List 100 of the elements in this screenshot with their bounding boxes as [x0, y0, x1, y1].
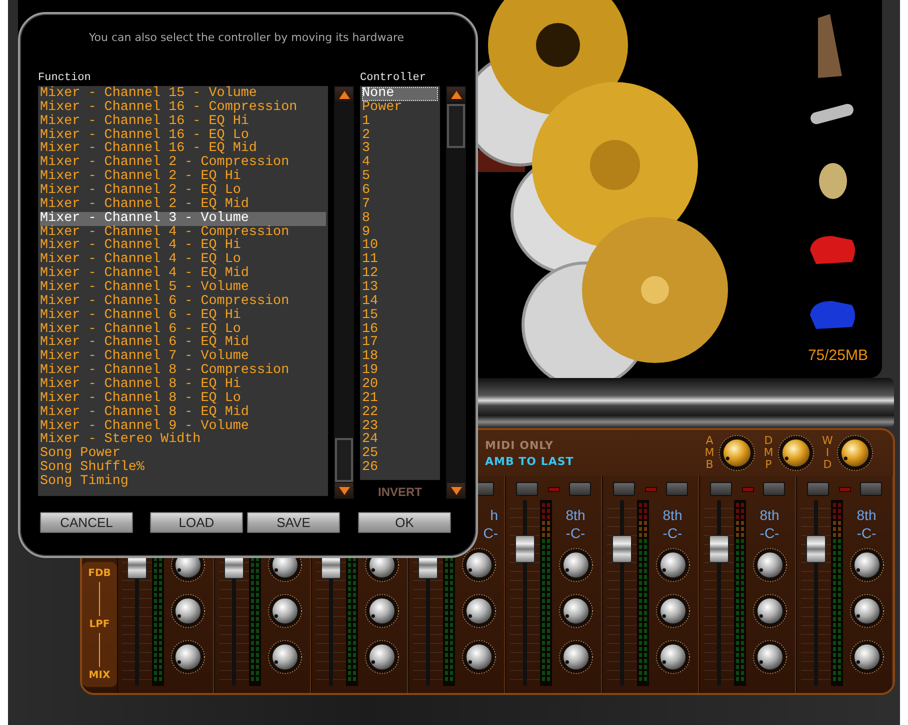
function-item[interactable]: Mixer - Channel 2 - EQ Hi: [40, 170, 326, 184]
knob[interactable]: [364, 594, 398, 628]
knob[interactable]: [558, 640, 592, 674]
fader-thumb[interactable]: [806, 534, 826, 563]
controller-item[interactable]: 15: [362, 308, 438, 323]
knob[interactable]: [656, 548, 690, 582]
mode-toggle[interactable]: AMB TO LAST: [485, 454, 574, 468]
knob[interactable]: [752, 594, 786, 628]
function-item[interactable]: Mixer - Channel 2 - EQ Mid: [40, 198, 326, 212]
knob[interactable]: [462, 640, 496, 674]
function-item[interactable]: Mixer - Stereo Width: [40, 433, 326, 448]
controller-item[interactable]: 3: [362, 142, 438, 156]
scrollbar[interactable]: [446, 86, 466, 499]
knob[interactable]: [462, 548, 496, 582]
fader-thumb[interactable]: [709, 534, 729, 563]
solo-button[interactable]: [666, 482, 688, 496]
function-item[interactable]: Mixer - Channel 5 - Volume: [40, 281, 326, 295]
scroll-down-button[interactable]: [446, 482, 466, 499]
knob[interactable]: [170, 640, 204, 674]
dialog-button[interactable]: LOAD: [150, 512, 243, 533]
controller-item[interactable]: 8: [362, 212, 438, 226]
function-item[interactable]: Mixer - Channel 6 - EQ Lo: [40, 322, 326, 336]
controller-item[interactable]: 23: [362, 420, 438, 434]
function-item[interactable]: Mixer - Channel 2 - EQ Lo: [40, 184, 326, 198]
scroll-thumb[interactable]: [335, 438, 353, 482]
controller-item[interactable]: 17: [362, 336, 438, 350]
mode-toggle[interactable]: MIDI ONLY: [485, 438, 574, 452]
mute-button[interactable]: [710, 482, 732, 496]
knob[interactable]: [850, 548, 884, 582]
function-item[interactable]: Mixer - Channel 8 - Compression: [40, 364, 326, 378]
function-item[interactable]: Mixer - Channel 3 - Volume: [40, 212, 326, 226]
function-item[interactable]: Mixer - Channel 16 - EQ Lo: [40, 128, 326, 142]
scroll-down-button[interactable]: [334, 482, 354, 499]
knob[interactable]: [850, 640, 884, 674]
mute-button[interactable]: [613, 482, 635, 496]
knob[interactable]: [719, 435, 755, 471]
controller-item[interactable]: 25: [362, 447, 438, 462]
scroll-up-button[interactable]: [334, 86, 354, 103]
knob[interactable]: [656, 594, 690, 628]
controller-item[interactable]: 2: [362, 128, 438, 142]
controller-item[interactable]: 20: [362, 378, 438, 392]
function-item[interactable]: Mixer - Channel 6 - EQ Hi: [40, 308, 326, 323]
function-item[interactable]: Mixer - Channel 8 - EQ Mid: [40, 406, 326, 420]
function-item[interactable]: Mixer - Channel 6 - EQ Mid: [40, 336, 326, 350]
controller-item[interactable]: 21: [362, 392, 438, 406]
controller-item[interactable]: 10: [362, 239, 438, 254]
controller-item[interactable]: 18: [362, 350, 438, 364]
controller-item[interactable]: 5: [362, 170, 438, 184]
function-item[interactable]: Song Shuffle%: [40, 461, 326, 476]
controller-item[interactable]: 12: [362, 267, 438, 282]
controller-item[interactable]: 14: [362, 294, 438, 309]
knob[interactable]: [268, 640, 302, 674]
function-item[interactable]: Song Timing: [40, 475, 326, 489]
scrollbar[interactable]: [334, 86, 354, 499]
knob[interactable]: [558, 594, 592, 628]
controller-item[interactable]: 4: [362, 156, 438, 170]
controller-item[interactable]: Power: [362, 100, 438, 115]
knob[interactable]: [850, 594, 884, 628]
function-item[interactable]: Mixer - Channel 4 - Compression: [40, 226, 326, 240]
controller-item[interactable]: 6: [362, 184, 438, 198]
function-item[interactable]: Mixer - Channel 16 - EQ Mid: [40, 142, 326, 156]
knob[interactable]: [364, 640, 398, 674]
knob[interactable]: [462, 594, 496, 628]
controller-item[interactable]: 16: [362, 322, 438, 336]
function-item[interactable]: Mixer - Channel 4 - EQ Lo: [40, 253, 326, 268]
knob[interactable]: [778, 435, 814, 471]
controller-item[interactable]: 7: [362, 198, 438, 212]
solo-button[interactable]: [569, 482, 591, 496]
controller-item[interactable]: 11: [362, 253, 438, 268]
controller-item[interactable]: 9: [362, 226, 438, 240]
fader-thumb[interactable]: [515, 534, 535, 563]
controller-item[interactable]: 24: [362, 433, 438, 448]
function-item[interactable]: Mixer - Channel 9 - Volume: [40, 420, 326, 434]
controller-item[interactable]: 1: [362, 114, 438, 129]
solo-button[interactable]: [860, 482, 882, 496]
function-item[interactable]: Song Power: [40, 447, 326, 462]
function-item[interactable]: Mixer - Channel 4 - EQ Hi: [40, 239, 326, 254]
scroll-thumb[interactable]: [447, 104, 465, 148]
knob[interactable]: [558, 548, 592, 582]
dialog-button[interactable]: CANCEL: [40, 512, 133, 533]
dialog-button[interactable]: SAVE: [247, 512, 340, 533]
fader-thumb[interactable]: [612, 534, 632, 563]
function-item[interactable]: Mixer - Channel 2 - Compression: [40, 156, 326, 170]
knob[interactable]: [170, 594, 204, 628]
dialog-button[interactable]: OK: [358, 512, 451, 533]
function-item[interactable]: Mixer - Channel 16 - Compression: [40, 100, 326, 115]
function-item[interactable]: Mixer - Channel 8 - EQ Lo: [40, 392, 326, 406]
controller-item[interactable]: None: [362, 87, 438, 101]
solo-button[interactable]: [763, 482, 785, 496]
knob[interactable]: [656, 640, 690, 674]
function-item[interactable]: Mixer - Channel 6 - Compression: [40, 294, 326, 309]
function-item[interactable]: Mixer - Channel 15 - Volume: [40, 87, 326, 101]
controller-item[interactable]: 22: [362, 406, 438, 420]
function-item[interactable]: Mixer - Channel 7 - Volume: [40, 350, 326, 364]
mute-button[interactable]: [807, 482, 829, 496]
mute-button[interactable]: [516, 482, 538, 496]
scroll-up-button[interactable]: [446, 86, 466, 103]
controller-item[interactable]: 26: [362, 461, 438, 476]
controller-item[interactable]: 19: [362, 364, 438, 378]
function-item[interactable]: Mixer - Channel 16 - EQ Hi: [40, 114, 326, 129]
